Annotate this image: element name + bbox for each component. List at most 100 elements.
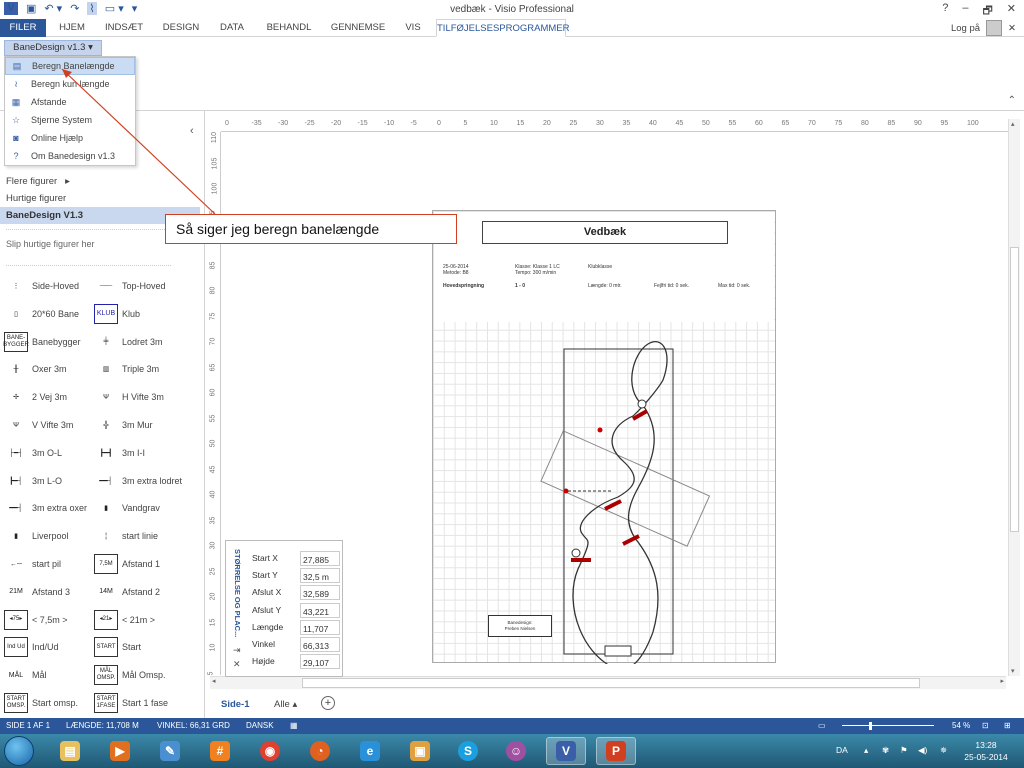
avatar[interactable]	[986, 20, 1003, 36]
network-icon[interactable]: ✾	[882, 745, 889, 756]
scroll-left-icon[interactable]: ◂	[212, 677, 216, 685]
stencil-shape[interactable]: MÅL OMSP. Mål Omsp.	[94, 664, 186, 686]
stencil-shape[interactable]: ←─ start pil	[4, 553, 96, 575]
zoom-slider[interactable]	[842, 725, 934, 726]
scroll-thumb[interactable]	[1010, 247, 1019, 532]
chrome-taskbar-button[interactable]: ◉	[250, 737, 290, 765]
login-link[interactable]: Log på	[951, 23, 980, 34]
page-tab-side-1[interactable]: Side-1	[221, 699, 250, 710]
tab-indsaet[interactable]: INDSÆT	[100, 19, 148, 37]
stencil-shape[interactable]: 7,5M Afstand 1	[94, 553, 186, 575]
size-row-value-field[interactable]: 11,707	[300, 619, 340, 635]
stencil-shape[interactable]: MÅL Mål	[4, 664, 96, 686]
stencil-shape[interactable]: ━━┤ 3m extra lodret	[94, 470, 186, 492]
powerpoint-taskbar-button[interactable]: P	[596, 737, 636, 765]
zoom-level[interactable]: 54 %	[952, 721, 970, 730]
size-row-value-field[interactable]: 29,107	[300, 654, 340, 670]
menu-item-beregn-kun-laengde[interactable]: ≀ Beregn kun længde	[5, 75, 135, 93]
stencil-shape[interactable]: ▯ 20*60 Bane	[4, 303, 96, 325]
all-pages-button[interactable]: Alle ▴	[274, 699, 297, 710]
stencil-shape[interactable]: ├━┤ 3m O-L	[4, 442, 96, 464]
tab-design[interactable]: DESIGN	[158, 19, 204, 37]
stencil-shape[interactable]: ▮ Vandgrav	[94, 497, 186, 519]
stencil-shape[interactable]: ━━┤ 3m extra oxer	[4, 497, 96, 519]
tab-behandl[interactable]: BEHANDL	[262, 19, 316, 37]
stencil-shape[interactable]: START Start	[94, 636, 186, 658]
close-icon[interactable]: ✕	[233, 659, 241, 670]
hash-app-taskbar-button[interactable]: #	[200, 737, 240, 765]
menu-item-stjerne-system[interactable]: ☆ Stjerne System	[5, 111, 135, 129]
stencil-shape[interactable]: Ψ H Vifte 3m	[94, 386, 186, 408]
course-drawing[interactable]	[433, 211, 777, 664]
fit-icon[interactable]: ▭	[818, 721, 826, 730]
stencil-shape[interactable]: 21M Afstand 3	[4, 581, 96, 603]
close-icon[interactable]: ✕	[1008, 23, 1016, 34]
course-page[interactable]: Vedbæk 25-06-2014 Metode: B8 Klasse: Kla…	[432, 210, 777, 664]
scroll-thumb[interactable]	[302, 678, 920, 688]
size-row-value-field[interactable]: 43,221	[300, 602, 340, 618]
tab-hjem[interactable]: HJEM	[52, 19, 92, 37]
stencil-shape[interactable]: ┣━┫ 3m I-I	[94, 442, 186, 464]
stencil-shape[interactable]: KLUB Klub	[94, 303, 186, 325]
menu-item-afstande[interactable]: ▦ Afstande	[5, 93, 135, 111]
stencil-shape[interactable]: ¦ start linie	[94, 525, 186, 547]
size-row-value-field[interactable]: 66,313	[300, 637, 340, 652]
stencil-shape[interactable]: ✢ 2 Vej 3m	[4, 386, 96, 408]
firefox-taskbar-button[interactable]: ◔	[300, 737, 340, 765]
tab-data[interactable]: DATA	[212, 19, 252, 37]
stencil-shape[interactable]: ┈┈┈ Top-Hoved	[94, 275, 186, 297]
collapse-panel-icon[interactable]: ‹	[190, 125, 194, 137]
status-language[interactable]: DANSK	[246, 721, 274, 730]
zoom-thumb[interactable]	[869, 722, 872, 730]
menu-item-beregn-banelaengde[interactable]: ▤ Beregn Banelængde	[5, 57, 135, 75]
designer-stamp[interactable]: Banedesign: Preben Nielsen	[488, 615, 552, 637]
plus-icon[interactable]: +	[321, 696, 335, 710]
security-icon[interactable]: ✵	[940, 745, 947, 756]
flag-icon[interactable]: ⚑	[900, 745, 908, 756]
visio-taskbar-button[interactable]: V	[546, 737, 586, 765]
clock-date[interactable]: 25-05-2014	[964, 752, 1008, 762]
stencil-shape[interactable]: ▮ Liverpool	[4, 525, 96, 547]
macro-icon[interactable]: ▦	[290, 721, 298, 730]
stencil-shape[interactable]: START 1FASE Start 1 fase	[94, 692, 186, 714]
stencil-shape[interactable]: Ψ V Vifte 3m	[4, 414, 96, 436]
tray-arrow-icon[interactable]: ▴	[864, 745, 868, 756]
photo-taskbar-button[interactable]: ▣	[400, 737, 440, 765]
banedesign-menu-button[interactable]: BaneDesign v1.3 ▾	[4, 40, 102, 56]
scroll-up-icon[interactable]: ▴	[1011, 120, 1015, 128]
more-shapes-link[interactable]: Flere figurer ▸	[6, 176, 70, 187]
scroll-right-icon[interactable]: ▸	[1000, 677, 1004, 685]
pin-icon[interactable]: ⇥	[233, 645, 241, 656]
stencil-shape[interactable]: ◂75▸ < 7,5m >	[4, 609, 96, 631]
collapse-ribbon-icon[interactable]: ⌃	[1008, 95, 1016, 106]
tab-gennemse[interactable]: GENNEMSE	[326, 19, 390, 37]
stencil-shape[interactable]: START OMSP. Start omsp.	[4, 692, 96, 714]
size-row-value-field[interactable]: 32,5 m	[300, 568, 340, 584]
stencil-shape[interactable]: ◂21▸ < 21m >	[94, 609, 186, 631]
quick-shapes-link[interactable]: Hurtige figurer	[6, 193, 66, 204]
size-row-value-field[interactable]: 27,885	[300, 551, 340, 566]
stencil-shape[interactable]: Ind Ud Ind/Ud	[4, 636, 96, 658]
tab-vis[interactable]: VIS	[398, 19, 428, 37]
fit-page-icon[interactable]: ⊡	[982, 721, 989, 730]
paint-taskbar-button[interactable]: ✎	[150, 737, 190, 765]
size-row-value-field[interactable]: 32,589	[300, 585, 340, 601]
start-button[interactable]	[4, 736, 34, 766]
stencil-shape[interactable]: ┣━┤ 3m L-O	[4, 470, 96, 492]
menu-item-online-hjaelp[interactable]: ◙ Online Hjælp	[5, 129, 135, 147]
volume-icon[interactable]: ◀)	[918, 745, 927, 756]
stencil-shape[interactable]: 14M Afstand 2	[94, 581, 186, 603]
skype-taskbar-button[interactable]: S	[448, 737, 488, 765]
tab-filer[interactable]: FILER	[0, 19, 46, 37]
stencil-shape[interactable]: ⋮ Side-Hoved	[4, 275, 96, 297]
explorer-taskbar-button[interactable]: ▤	[50, 737, 90, 765]
clock-time[interactable]: 13:28	[964, 740, 1008, 750]
stencil-shape[interactable]: ╫ Oxer 3m	[4, 358, 96, 380]
messenger-taskbar-button[interactable]: ☺	[496, 737, 536, 765]
menu-item-om-banedesign[interactable]: ? Om Banedesign v1.3	[5, 147, 135, 165]
tab-tilfoejelsesprogrammer[interactable]: TILFØJELSESPROGRAMMER	[436, 19, 570, 37]
horizontal-scrollbar[interactable]: ◂ ▸	[210, 676, 1006, 689]
stencil-shape[interactable]: ╬ 3m Mur	[94, 414, 186, 436]
ie-taskbar-button[interactable]: e	[350, 737, 390, 765]
stencil-shape[interactable]: ▥ Triple 3m	[94, 358, 186, 380]
